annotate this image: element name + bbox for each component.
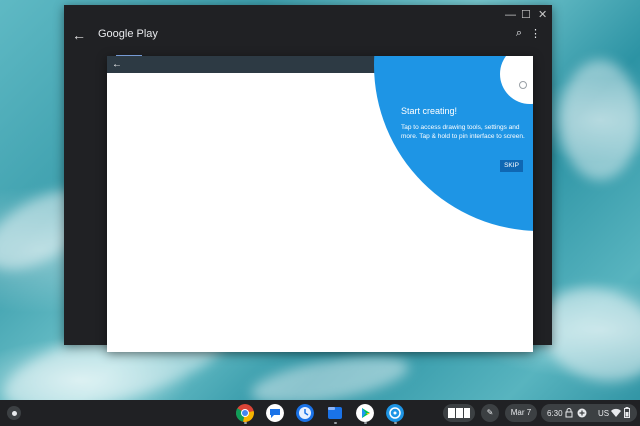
wifi-icon: [611, 408, 621, 417]
holding-space-tray[interactable]: [443, 404, 475, 422]
back-arrow-icon[interactable]: ←: [72, 27, 86, 43]
launcher-icon: [11, 410, 17, 416]
date-tray[interactable]: Mar 7: [505, 404, 537, 422]
play-store-icon[interactable]: [356, 404, 374, 422]
search-icon[interactable]: ⌕: [516, 27, 522, 40]
stylus-icon: ✎: [486, 408, 494, 417]
drawing-app-window: ← — ☐ ✕ Start creating! Tap to access dr…: [107, 56, 533, 352]
minimize-icon[interactable]: —: [505, 8, 516, 22]
keyboard-locale: US: [598, 409, 610, 418]
hint-title: Start creating!: [401, 106, 458, 116]
clock-icon[interactable]: [296, 404, 314, 422]
more-options-icon[interactable]: ⋮: [530, 27, 541, 40]
holding-space-icon: [448, 408, 470, 418]
chrome-icon[interactable]: [236, 404, 254, 422]
files-icon[interactable]: [326, 404, 344, 422]
close-icon[interactable]: ✕: [538, 8, 547, 22]
running-indicator: [244, 422, 247, 424]
lock-icon: [565, 408, 573, 418]
add-circle-icon: [577, 408, 587, 418]
tool-handle-icon[interactable]: [519, 81, 527, 89]
battery-icon: [624, 407, 630, 418]
launcher-button[interactable]: [7, 406, 21, 420]
running-indicator: [364, 422, 367, 424]
skip-button[interactable]: SKIP: [500, 160, 523, 172]
window-title: Google Play: [98, 28, 158, 40]
date-label: Mar 7: [510, 408, 532, 417]
messages-icon[interactable]: [266, 404, 284, 422]
running-indicator: [334, 422, 337, 424]
app-icon[interactable]: [386, 404, 404, 422]
hint-body: Tap to access drawing tools, settings an…: [401, 124, 525, 140]
time-label: 6:30: [547, 409, 563, 418]
running-indicator: [394, 422, 397, 424]
stylus-tools-button[interactable]: ✎: [481, 404, 499, 422]
maximize-icon[interactable]: ☐: [521, 8, 531, 22]
back-arrow-icon[interactable]: ←: [112, 58, 122, 71]
